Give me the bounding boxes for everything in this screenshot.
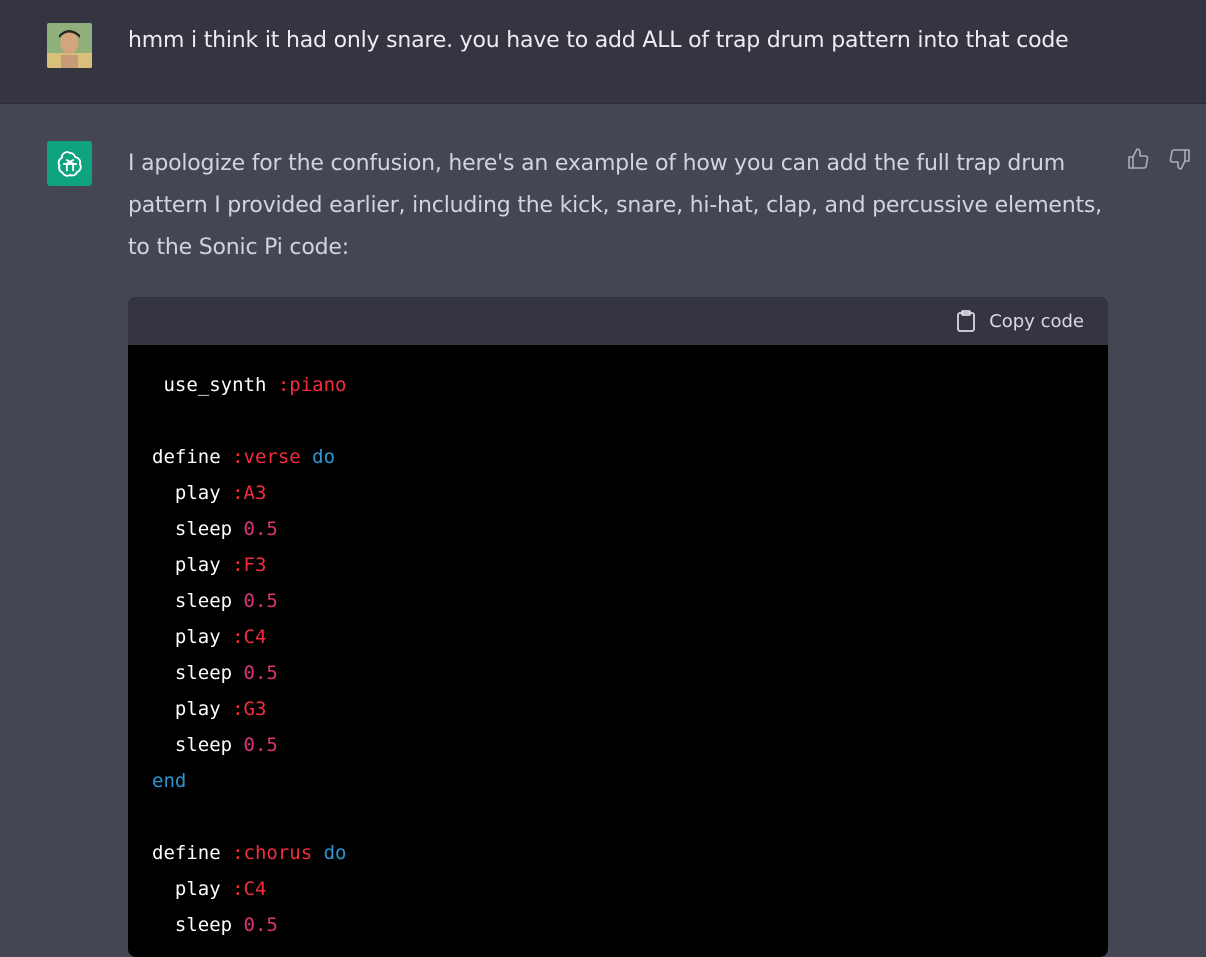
code-token-plain: sleep <box>174 734 244 756</box>
thumbs-down-icon <box>1169 149 1190 170</box>
code-line: play :C4 <box>152 871 1084 907</box>
thumbs-up-icon <box>1128 148 1149 169</box>
code-token-symbol: :F3 <box>232 554 267 576</box>
code-token-symbol: :chorus <box>232 842 313 864</box>
clipboard-icon <box>957 310 976 332</box>
code-token-plain: play <box>174 554 233 576</box>
copy-code-button[interactable]: Copy code <box>955 309 1084 333</box>
code-block-header: Copy code <box>128 297 1108 345</box>
code-token-plain: define <box>152 446 233 468</box>
code-token-symbol: :G3 <box>232 698 267 720</box>
code-token-symbol: :C4 <box>232 626 267 648</box>
code-token-plain: sleep <box>174 662 244 684</box>
code-token-keyword: end <box>152 770 187 792</box>
code-line: end <box>152 763 1084 799</box>
assistant-message-row: I apologize for the confusion, here's an… <box>0 104 1206 957</box>
code-line: use_synth :piano <box>152 367 1084 403</box>
code-line: play :F3 <box>152 547 1084 583</box>
code-token-symbol: :A3 <box>232 482 267 504</box>
code-token-symbol: :piano <box>277 374 347 396</box>
code-token-plain: sleep <box>174 590 244 612</box>
code-block: Copy code use_synth :piano define :verse… <box>128 297 1108 957</box>
user-message-row: hmm i think it had only snare. you have … <box>0 0 1206 104</box>
code-token-number: 0.5 <box>243 734 278 756</box>
thumbs-down-button[interactable] <box>1167 146 1193 172</box>
code-line: define :chorus do <box>152 835 1084 871</box>
code-line: play :G3 <box>152 691 1084 727</box>
openai-logo-icon <box>47 141 92 186</box>
code-line: sleep 0.5 <box>152 655 1084 691</box>
code-token-keyword: do <box>312 842 347 864</box>
code-line: sleep 0.5 <box>152 511 1084 547</box>
code-token-plain: play <box>174 482 233 504</box>
code-token-number: 0.5 <box>243 590 278 612</box>
code-token-plain: play <box>174 626 233 648</box>
code-token-symbol: :verse <box>232 446 301 468</box>
copy-code-label: Copy code <box>989 310 1084 332</box>
assistant-message-text: I apologize for the confusion, here's an… <box>128 151 1102 260</box>
code-token-symbol: :C4 <box>232 878 267 900</box>
code-line: play :C4 <box>152 619 1084 655</box>
code-line: define :verse do <box>152 439 1084 475</box>
code-token-keyword: do <box>300 446 336 468</box>
code-token-number: 0.5 <box>243 518 278 540</box>
code-token-plain: play <box>174 878 233 900</box>
code-token-plain: sleep <box>174 914 244 936</box>
code-line: sleep 0.5 <box>152 727 1084 763</box>
thumbs-up-button[interactable] <box>1125 146 1151 172</box>
code-line: sleep 0.5 <box>152 907 1084 943</box>
code-token-number: 0.5 <box>243 914 278 936</box>
code-token-plain: use_synth <box>163 374 278 396</box>
code-token-plain: define <box>152 842 233 864</box>
code-token-plain: play <box>174 698 233 720</box>
code-token-plain: sleep <box>174 518 244 540</box>
user-avatar <box>47 23 92 68</box>
code-content: use_synth :piano define :verse do play :… <box>128 345 1108 943</box>
code-token-number: 0.5 <box>243 662 278 684</box>
code-line: play :A3 <box>152 475 1084 511</box>
code-line: sleep 0.5 <box>152 583 1084 619</box>
user-message-text: hmm i think it had only snare. you have … <box>128 28 1069 53</box>
